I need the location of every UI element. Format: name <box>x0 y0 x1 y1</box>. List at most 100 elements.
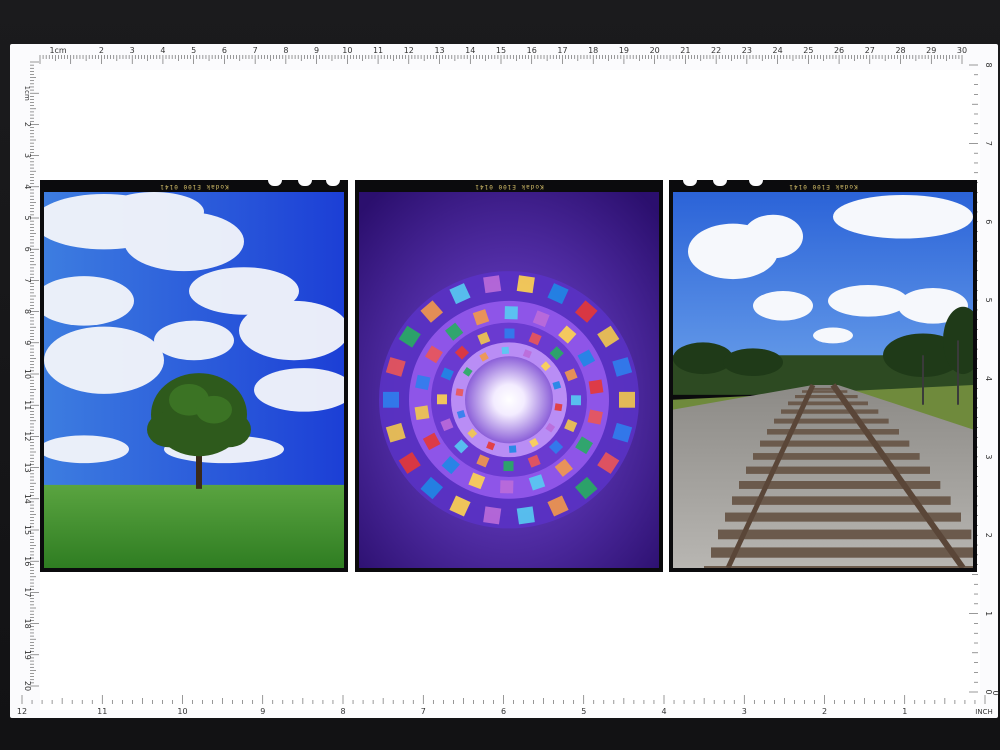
ruler-label: 30 <box>957 46 967 55</box>
ruler-label: 29 <box>926 46 936 55</box>
ruler-label: 3 <box>984 454 993 459</box>
ruler-label: 2 <box>23 122 32 127</box>
ruler-label: 10 <box>177 707 187 716</box>
ruler-label: 4 <box>661 707 666 716</box>
ruler-label: 9 <box>23 340 32 345</box>
ruler-label: 8 <box>340 707 345 716</box>
ruler-label: 5 <box>191 46 196 55</box>
ruler-label: 17 <box>557 46 567 55</box>
ruler-label: 10 <box>342 46 352 55</box>
ruler-label: 7 <box>253 46 258 55</box>
ruler-label: 3 <box>130 46 135 55</box>
ruler-label: 7 <box>421 707 426 716</box>
ruler-label: 28 <box>895 46 905 55</box>
ruler-label: 15 <box>23 525 32 535</box>
ruler-label: 4 <box>160 46 165 55</box>
film-frame-railroad: Kodak E100 0141 <box>669 180 977 572</box>
ruler-unit-label: 1cm <box>23 86 31 101</box>
stained-glass-tile <box>588 379 604 395</box>
ruler-label: 2 <box>822 707 827 716</box>
ruler-label: 27 <box>865 46 875 55</box>
stained-glass-tile <box>483 275 502 294</box>
ruler-label: 14 <box>465 46 475 55</box>
stained-glass-tile <box>415 374 431 391</box>
ruler-label: 9 <box>260 707 265 716</box>
stained-glass-tile <box>504 306 518 320</box>
ruler-label: 13 <box>23 463 32 473</box>
ruler-label: 6 <box>23 247 32 252</box>
stained-glass-tile <box>500 480 514 494</box>
ruler-label: 3 <box>23 153 32 158</box>
ruler-label: 6 <box>501 707 506 716</box>
ruler-label: 19 <box>23 650 32 660</box>
ruler-label: 8 <box>23 309 32 314</box>
ruler-label: 23 <box>742 46 752 55</box>
ruler-label: 19 <box>619 46 629 55</box>
railroad-tie <box>788 401 868 406</box>
stained-glass-tile <box>483 506 502 525</box>
ruler-label: 13 <box>434 46 444 55</box>
ruler-label: 6 <box>222 46 227 55</box>
stained-glass-tile <box>436 394 448 405</box>
ruler-label: 14 <box>23 494 32 504</box>
ruler-label: 20 <box>23 681 32 691</box>
railroad-tie <box>781 409 879 414</box>
stained-glass-tile <box>516 275 535 294</box>
ruler-label: 26 <box>834 46 844 55</box>
stained-glass-tile <box>504 328 515 339</box>
stained-glass-tile <box>516 506 535 525</box>
stained-glass-tile <box>619 391 635 408</box>
railroad-tie <box>774 418 889 424</box>
ruler-label: 1 <box>902 707 907 716</box>
film-frame-stained-glass: Kodak E100 0141 <box>355 180 663 572</box>
ruler-label: 12 <box>404 46 414 55</box>
ruler-label: 8 <box>984 62 993 67</box>
photo-tree-field <box>44 192 344 568</box>
ruler-label: 18 <box>588 46 598 55</box>
ruler-label: 11 <box>23 400 32 410</box>
ruler-label: 2 <box>99 46 104 55</box>
ruler-label: 12 <box>23 431 32 441</box>
ruler-unit-label: 1cm <box>49 46 66 55</box>
ruler-label: 9 <box>314 46 319 55</box>
ruler-label: 3 <box>742 707 747 716</box>
ruler-label: 5 <box>984 298 993 303</box>
railroad-tie <box>767 429 899 435</box>
ruler-label: 16 <box>23 556 32 566</box>
ruler-label: 15 <box>496 46 506 55</box>
stained-glass-tile <box>455 388 464 397</box>
film-edge-print: Kodak E100 0141 <box>474 183 544 190</box>
railroad-tie <box>711 547 973 558</box>
ruler-label: 11 <box>97 707 107 716</box>
ruler-label: 2 <box>984 533 993 538</box>
railroad-tie <box>704 566 973 568</box>
ruler-label: 1 <box>984 611 993 616</box>
ruler-label: 16 <box>527 46 537 55</box>
ruler-label: 7 <box>984 141 993 146</box>
ruler-label: 6 <box>984 219 993 224</box>
ruler-label: 7 <box>23 278 32 283</box>
ruler-label: 24 <box>773 46 783 55</box>
ruler-label: 11 <box>373 46 383 55</box>
ruler-label: 4 <box>23 184 32 189</box>
ruler-unit-label: INCH <box>975 708 992 716</box>
stained-glass-tile <box>587 409 603 425</box>
ruler-label: 18 <box>23 619 32 629</box>
ruler-label: 17 <box>23 587 32 597</box>
ruler-label: 5 <box>581 707 586 716</box>
ruler-label: 0 <box>991 690 1000 695</box>
stained-glass-tile <box>508 445 517 453</box>
ruler-label: 4 <box>984 376 993 381</box>
stained-glass-tile <box>501 346 510 355</box>
stained-glass-tile <box>554 403 563 412</box>
stained-glass-tile <box>414 405 430 421</box>
ruler-label: 12 <box>17 707 27 716</box>
ruler-label: 10 <box>23 369 32 379</box>
stained-glass-tile <box>570 395 582 406</box>
film-frame-tree: Kodak E100 0141 <box>40 180 348 572</box>
stained-glass-tile <box>503 461 514 472</box>
ruler-label: 25 <box>803 46 813 55</box>
ruler-label: 22 <box>711 46 721 55</box>
photo-railroad-tracks <box>673 192 973 568</box>
ruler-label: 21 <box>680 46 690 55</box>
